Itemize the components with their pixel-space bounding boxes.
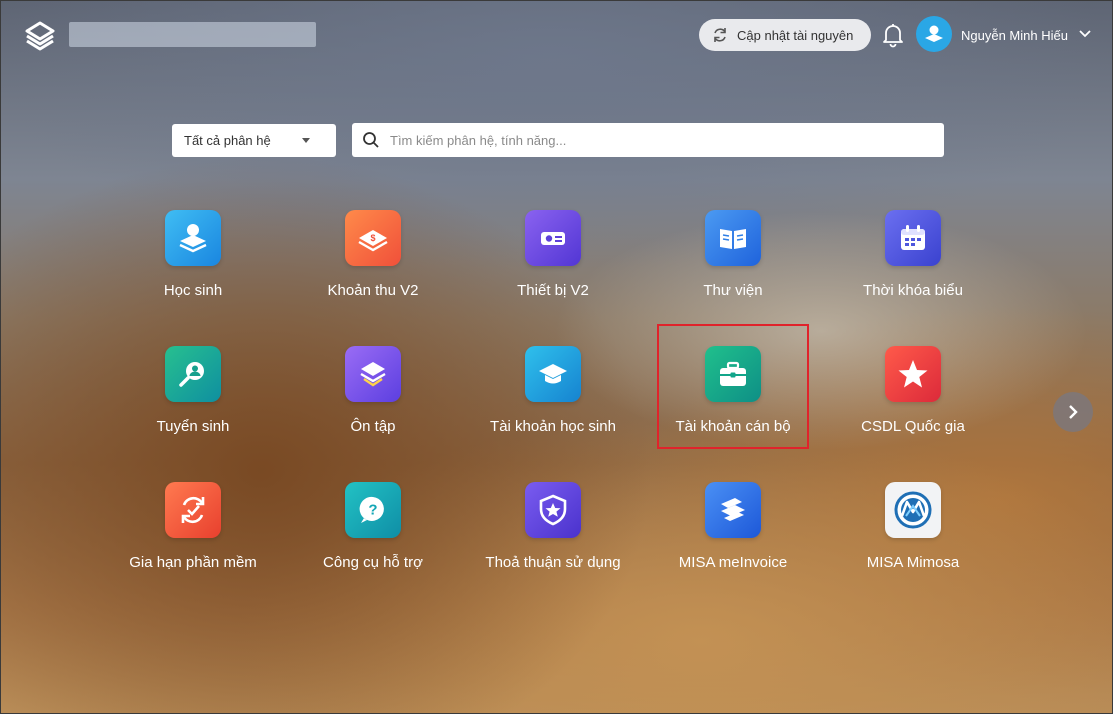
- app-label: Học sinh: [163, 282, 223, 299]
- app-label: Gia hạn phần mềm: [129, 554, 257, 571]
- graduation-cap-icon: [525, 346, 581, 402]
- search-icon: [363, 132, 379, 148]
- app-tile-tai-khoan-hoc-sinh[interactable]: Tài khoản học sinh: [478, 346, 628, 456]
- search-input[interactable]: [388, 131, 912, 149]
- renew-icon: [165, 482, 221, 538]
- projector-icon: [525, 210, 581, 266]
- app-label: Tuyển sinh: [156, 418, 230, 435]
- admission-icon: [165, 346, 221, 402]
- mimosa-icon: [885, 482, 941, 538]
- app-label: CSDL Quốc gia: [861, 418, 965, 435]
- app-label: Thoả thuận sử dụng: [485, 554, 621, 571]
- app-label: Tài khoản học sinh: [490, 418, 616, 435]
- app-label: Khoản thu V2: [327, 282, 419, 299]
- app-tile-hoc-sinh[interactable]: Học sinh: [118, 210, 268, 320]
- blurred-school-name: [69, 22, 316, 47]
- app-tile-thu-vien[interactable]: Thư viện: [658, 210, 808, 320]
- svg-text:$: $: [370, 233, 375, 243]
- user-avatar[interactable]: [916, 16, 952, 52]
- selection-highlight-box: [657, 324, 809, 449]
- update-resources-label: Cập nhật tài nguyên: [737, 27, 854, 43]
- notification-bell-icon[interactable]: [880, 22, 906, 48]
- app-tile-gia-han[interactable]: Gia hạn phần mềm: [118, 482, 268, 592]
- app-label: Ôn tập: [350, 418, 396, 435]
- review-icon: [345, 346, 401, 402]
- next-page-button[interactable]: [1053, 392, 1093, 432]
- app-tile-cong-cu-ho-tro[interactable]: ? Công cụ hỗ trợ: [298, 482, 448, 592]
- app-tile-thiet-bi[interactable]: Thiết bị V2: [478, 210, 628, 320]
- app-label: Thư viện: [703, 282, 763, 299]
- chevron-right-icon: [1069, 405, 1078, 419]
- update-resources-button[interactable]: Cập nhật tài nguyên: [699, 19, 871, 51]
- app-label: MISA Mimosa: [866, 554, 960, 571]
- app-tile-thoi-khoa-bieu[interactable]: Thời khóa biểu: [838, 210, 988, 320]
- user-avatar-icon: [925, 25, 943, 42]
- user-name[interactable]: Nguyễn Minh Hiếu: [961, 28, 1068, 43]
- app-label: Công cụ hỗ trợ: [323, 554, 423, 571]
- star-icon: [885, 346, 941, 402]
- search-box[interactable]: [352, 123, 944, 157]
- app-tile-misa-mimosa[interactable]: MISA Mimosa: [838, 482, 988, 592]
- shield-icon: [525, 482, 581, 538]
- app-tile-csdl-quoc-gia[interactable]: CSDL Quốc gia: [838, 346, 988, 456]
- fee-icon: $: [345, 210, 401, 266]
- app-tile-on-tap[interactable]: Ôn tập: [298, 346, 448, 456]
- app-logo-icon[interactable]: [23, 19, 57, 51]
- book-icon: [705, 210, 761, 266]
- svg-text:?: ?: [368, 502, 377, 519]
- meinvoice-icon: [705, 482, 761, 538]
- calendar-icon: [885, 210, 941, 266]
- app-window: Cập nhật tài nguyên Nguyễn Minh Hiếu Tất…: [0, 0, 1113, 714]
- module-filter-select[interactable]: Tất cả phân hệ: [172, 124, 336, 157]
- app-tile-tuyen-sinh[interactable]: Tuyển sinh: [118, 346, 268, 456]
- app-tile-thoa-thuan[interactable]: Thoả thuận sử dụng: [478, 482, 628, 592]
- app-label: Thiết bị V2: [517, 282, 589, 299]
- app-label: MISA meInvoice: [678, 554, 788, 571]
- app-tile-misa-meinvoice[interactable]: MISA meInvoice: [658, 482, 808, 592]
- caret-down-icon: [302, 138, 310, 143]
- chevron-down-icon[interactable]: [1078, 29, 1092, 39]
- help-icon: ?: [345, 482, 401, 538]
- student-icon: [165, 210, 221, 266]
- app-tile-khoan-thu[interactable]: $ Khoản thu V2: [298, 210, 448, 320]
- refresh-icon: [714, 28, 726, 42]
- module-filter-value: Tất cả phân hệ: [184, 133, 271, 148]
- app-label: Thời khóa biểu: [863, 282, 963, 299]
